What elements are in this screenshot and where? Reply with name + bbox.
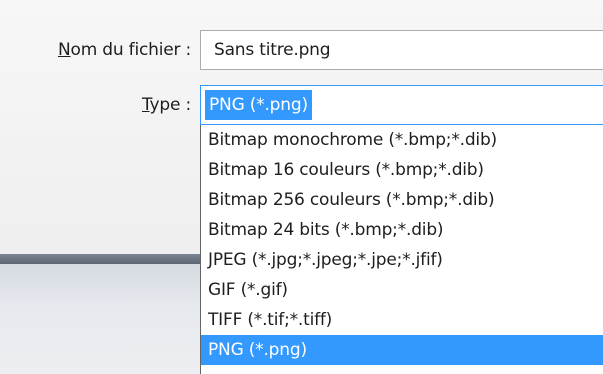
filename-label: Nom du fichier : bbox=[58, 40, 191, 60]
file-type-dropdown-list[interactable]: Bitmap monochrome (*.bmp;*.dib) Bitmap 1… bbox=[200, 125, 603, 374]
filename-label-accelerator: N bbox=[58, 40, 71, 60]
file-type-combobox[interactable]: PNG (*.png) bbox=[200, 85, 603, 125]
type-label: Type : bbox=[142, 95, 191, 115]
background-panel bbox=[0, 264, 206, 374]
file-type-option-bmp-16[interactable]: Bitmap 16 couleurs (*.bmp;*.dib) bbox=[201, 155, 603, 185]
file-type-option-tiff[interactable]: TIFF (*.tif;*.tiff) bbox=[201, 305, 603, 335]
file-type-option-bmp-mono[interactable]: Bitmap monochrome (*.bmp;*.dib) bbox=[201, 125, 603, 155]
file-type-option-gif[interactable]: GIF (*.gif) bbox=[201, 275, 603, 305]
background-divider bbox=[0, 254, 206, 264]
file-type-option-bmp-24[interactable]: Bitmap 24 bits (*.bmp;*.dib) bbox=[201, 215, 603, 245]
file-type-option-png[interactable]: PNG (*.png) bbox=[201, 335, 603, 365]
file-type-option-bmp-256[interactable]: Bitmap 256 couleurs (*.bmp;*.dib) bbox=[201, 185, 603, 215]
filename-field[interactable]: Sans titre.png bbox=[200, 30, 603, 70]
type-label-accelerator: T bbox=[142, 95, 150, 115]
type-label-text: ype : bbox=[149, 95, 192, 115]
filename-label-text: om du fichier : bbox=[70, 40, 192, 60]
file-type-selected-value: PNG (*.png) bbox=[205, 90, 312, 120]
file-type-option-jpeg[interactable]: JPEG (*.jpg;*.jpeg;*.jpe;*.jfif) bbox=[201, 245, 603, 275]
